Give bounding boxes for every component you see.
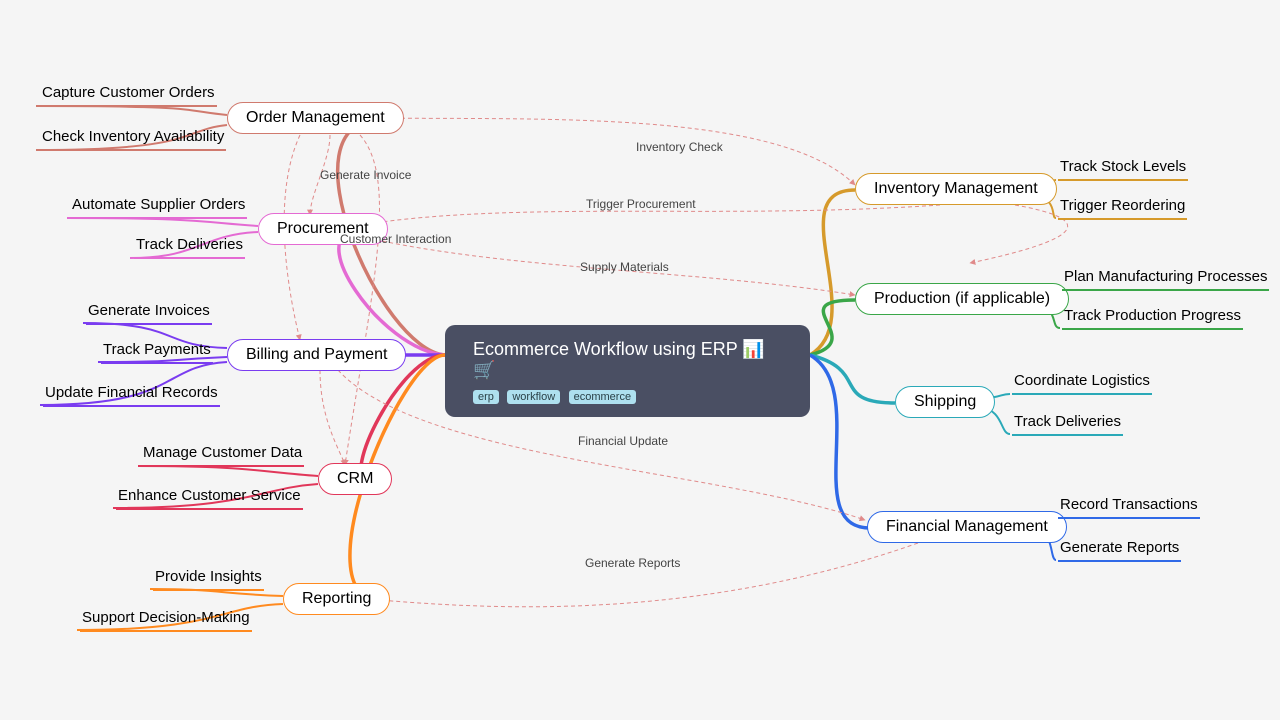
node-order-management[interactable]: Order Management	[227, 102, 404, 134]
leaf[interactable]: Automate Supplier Orders	[70, 194, 247, 219]
leaf[interactable]: Generate Reports	[1058, 537, 1181, 562]
edge-label: Customer Interaction	[340, 232, 451, 246]
leaf[interactable]: Check Inventory Availability	[40, 126, 226, 151]
leaf[interactable]: Support Decision-Making	[80, 607, 252, 632]
leaf[interactable]: Trigger Reordering	[1058, 195, 1187, 220]
tag: erp	[473, 390, 499, 404]
node-reporting[interactable]: Reporting	[283, 583, 390, 615]
tag: workflow	[507, 390, 560, 404]
root-node[interactable]: Ecommerce Workflow using ERP 📊🛒 erp work…	[445, 325, 810, 417]
leaf[interactable]: Provide Insights	[153, 566, 264, 591]
root-tags: erp workflow ecommerce	[473, 387, 782, 405]
node-billing-payment[interactable]: Billing and Payment	[227, 339, 406, 371]
leaf[interactable]: Track Stock Levels	[1058, 156, 1188, 181]
leaf[interactable]: Plan Manufacturing Processes	[1062, 266, 1269, 291]
leaf[interactable]: Generate Invoices	[86, 300, 212, 325]
node-inventory-management[interactable]: Inventory Management	[855, 173, 1057, 205]
edge-label: Inventory Check	[636, 140, 723, 154]
edge-label: Financial Update	[578, 434, 668, 448]
tag: ecommerce	[569, 390, 636, 404]
leaf[interactable]: Capture Customer Orders	[40, 82, 217, 107]
node-shipping[interactable]: Shipping	[895, 386, 995, 418]
leaf[interactable]: Enhance Customer Service	[116, 485, 303, 510]
root-title: Ecommerce Workflow using ERP 📊🛒	[473, 339, 782, 381]
leaf[interactable]: Track Production Progress	[1062, 305, 1243, 330]
leaf[interactable]: Track Deliveries	[1012, 411, 1123, 436]
leaf[interactable]: Record Transactions	[1058, 494, 1200, 519]
leaf[interactable]: Coordinate Logistics	[1012, 370, 1152, 395]
edge-label: Supply Materials	[580, 260, 669, 274]
leaf[interactable]: Track Deliveries	[134, 234, 245, 259]
edge-label: Trigger Procurement	[586, 197, 696, 211]
edge-label: Generate Invoice	[320, 168, 411, 182]
node-financial-management[interactable]: Financial Management	[867, 511, 1067, 543]
edge-label: Generate Reports	[585, 556, 680, 570]
leaf[interactable]: Update Financial Records	[43, 382, 220, 407]
leaf[interactable]: Manage Customer Data	[141, 442, 304, 467]
node-production[interactable]: Production (if applicable)	[855, 283, 1069, 315]
leaf[interactable]: Track Payments	[101, 339, 213, 364]
node-crm[interactable]: CRM	[318, 463, 392, 495]
